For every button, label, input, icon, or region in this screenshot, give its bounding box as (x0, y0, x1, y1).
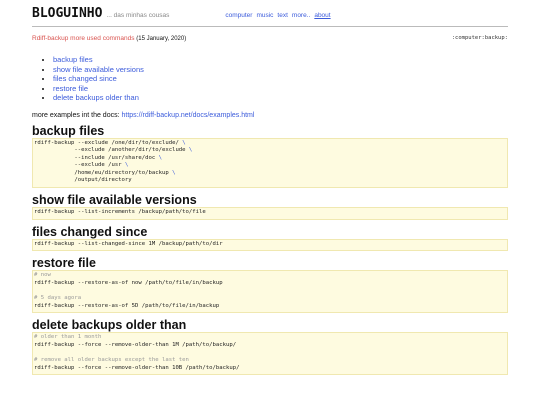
code-line: rdiff-backup --list-changed-since 1M /ba… (34, 240, 223, 247)
toc-item: restore file (53, 84, 508, 94)
line-continuation: \ (188, 147, 193, 154)
code-block[interactable]: rdiff-backup --exclude /one/dir/to/exclu… (32, 137, 508, 189)
code-line: --exclude /usr (34, 162, 125, 169)
post-title: Rdiff-backup more used commands (32, 35, 135, 42)
toc-link-show-versions[interactable]: show file available versions (53, 65, 144, 74)
top-nav: computer music text more.. about (225, 12, 330, 19)
section-heading-files-changed-since: files changed since (32, 224, 148, 239)
line-continuation: \ (172, 169, 176, 176)
code-line: rdiff-backup --force --remove-older-than… (34, 364, 240, 371)
site-title[interactable]: BLOGUINHO (32, 6, 102, 21)
docs-link[interactable]: https://rdiff-backup.net/docs/examples.h… (122, 112, 255, 119)
code-comment-line: # 5 days agora (34, 295, 82, 302)
nav-link-text[interactable]: text (277, 12, 287, 19)
toc-link-delete-backups[interactable]: delete backups older than (53, 93, 139, 102)
breadcrumb: :computer:backup: (451, 35, 508, 41)
code-line: --include /usr/share/doc (34, 154, 159, 161)
code-line: rdiff-backup --force --remove-older-than… (34, 341, 237, 348)
code-block[interactable]: # older than 1 month rdiff-backup --forc… (32, 332, 508, 376)
code-block[interactable]: rdiff-backup --list-increments /backup/p… (32, 207, 508, 220)
code-comment-line: # remove all older backups except the la… (34, 357, 189, 363)
more-examples: more examples int the docs: https://rdif… (32, 112, 508, 119)
line-continuation: \ (124, 162, 129, 169)
code-line: --exclude /another/dir/to/exclude (34, 147, 189, 154)
toc-link-restore-file[interactable]: restore file (53, 84, 88, 93)
toc-link-backup-files[interactable]: backup files (53, 55, 93, 64)
code-comment-line: # now (34, 272, 51, 279)
nav-link-music[interactable]: music (256, 12, 273, 19)
line-continuation: \ (158, 154, 162, 161)
more-examples-text: more examples int the docs: (32, 111, 122, 119)
table-of-contents: backup files show file available version… (32, 55, 508, 103)
section-heading-show-file-available-versions: show file available versions (32, 193, 197, 208)
section-heading-delete-backups-older-than: delete backups older than (32, 318, 187, 333)
code-line: rdiff-backup --restore-as-of now /path/t… (34, 279, 223, 286)
site-header: BLOGUINHO ... das minhas cousas computer… (32, 6, 508, 27)
code-block[interactable]: # now rdiff-backup --restore-as-of now /… (32, 270, 508, 314)
code-line: rdiff-backup --list-increments /backup/p… (34, 209, 206, 216)
post-date: (15 January, 2020) (136, 36, 187, 42)
toc-item: backup files (53, 55, 508, 65)
code-line: /output/directory (34, 177, 132, 184)
toc-item: files changed since (53, 74, 508, 84)
nav-link-about[interactable]: about (314, 12, 330, 19)
section-heading-restore-file: restore file (32, 256, 96, 271)
post-meta: Rdiff-backup more used commands (15 Janu… (32, 35, 508, 42)
nav-link-computer[interactable]: computer (225, 12, 252, 19)
section-heading-backup-files: backup files (32, 123, 105, 138)
code-comment-line: # older than 1 month (34, 334, 102, 341)
nav-link-more[interactable]: more.. (292, 12, 310, 19)
toc-link-files-changed[interactable]: files changed since (53, 74, 117, 83)
toc-item: delete backups older than (53, 93, 508, 103)
page: BLOGUINHO ... das minhas cousas computer… (32, 0, 508, 376)
code-line: /home/eu/directory/to/backup (34, 169, 173, 176)
line-continuation: \ (182, 139, 186, 146)
site-tagline: ... das minhas cousas (106, 12, 170, 19)
content-sections: backup files rdiff-backup --exclude /one/… (32, 124, 508, 376)
code-line: rdiff-backup --restore-as-of 5D /path/to… (34, 302, 220, 309)
code-block[interactable]: rdiff-backup --list-changed-since 1M /ba… (32, 238, 508, 252)
code-line: rdiff-backup --exclude /one/dir/to/exclu… (34, 139, 183, 146)
toc-item: show file available versions (53, 65, 508, 75)
